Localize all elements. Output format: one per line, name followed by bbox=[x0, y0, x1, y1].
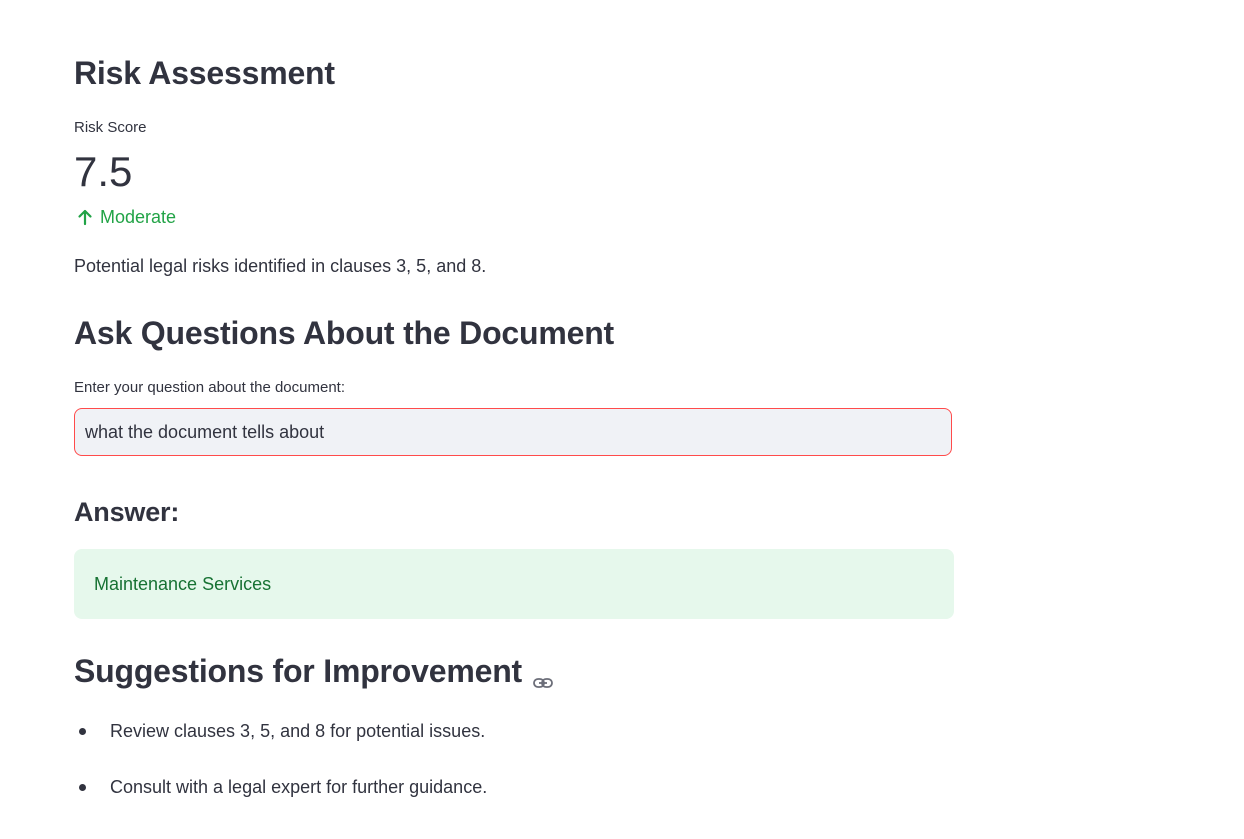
risk-score-label: Risk Score bbox=[74, 119, 147, 136]
app-page: Risk Assessment Risk Score 7.5 Moderate … bbox=[0, 0, 1244, 839]
bullet-icon bbox=[79, 728, 86, 735]
risk-score-value: 7.5 bbox=[74, 148, 133, 195]
risk-score-delta: Moderate bbox=[76, 205, 176, 229]
ask-questions-heading: Ask Questions About the Document bbox=[74, 315, 615, 351]
list-item: Consult with a legal expert for further … bbox=[74, 772, 487, 828]
question-input-container bbox=[74, 408, 952, 456]
risk-delta-label: Moderate bbox=[100, 207, 177, 227]
suggestions-list: Review clauses 3, 5, and 8 for potential… bbox=[74, 716, 487, 828]
suggestions-heading-text: Suggestions for Improvement bbox=[74, 653, 522, 689]
risk-assessment-heading: Risk Assessment bbox=[74, 55, 335, 91]
arrow-up-icon bbox=[76, 208, 94, 226]
bullet-icon bbox=[79, 784, 86, 791]
list-item: Review clauses 3, 5, and 8 for potential… bbox=[74, 716, 487, 772]
suggestion-text: Review clauses 3, 5, and 8 for potential… bbox=[110, 721, 486, 741]
question-input[interactable] bbox=[75, 409, 951, 455]
question-input-label: Enter your question about the document: bbox=[74, 379, 346, 396]
answer-text: Maintenance Services bbox=[94, 574, 272, 594]
suggestions-heading: Suggestions for Improvement bbox=[74, 650, 554, 692]
suggestion-text: Consult with a legal expert for further … bbox=[110, 777, 488, 797]
answer-heading: Answer: bbox=[74, 497, 180, 527]
answer-success-box: Maintenance Services bbox=[74, 549, 954, 619]
risk-description: Potential legal risks identified in clau… bbox=[74, 256, 487, 276]
link-icon[interactable] bbox=[532, 662, 554, 688]
